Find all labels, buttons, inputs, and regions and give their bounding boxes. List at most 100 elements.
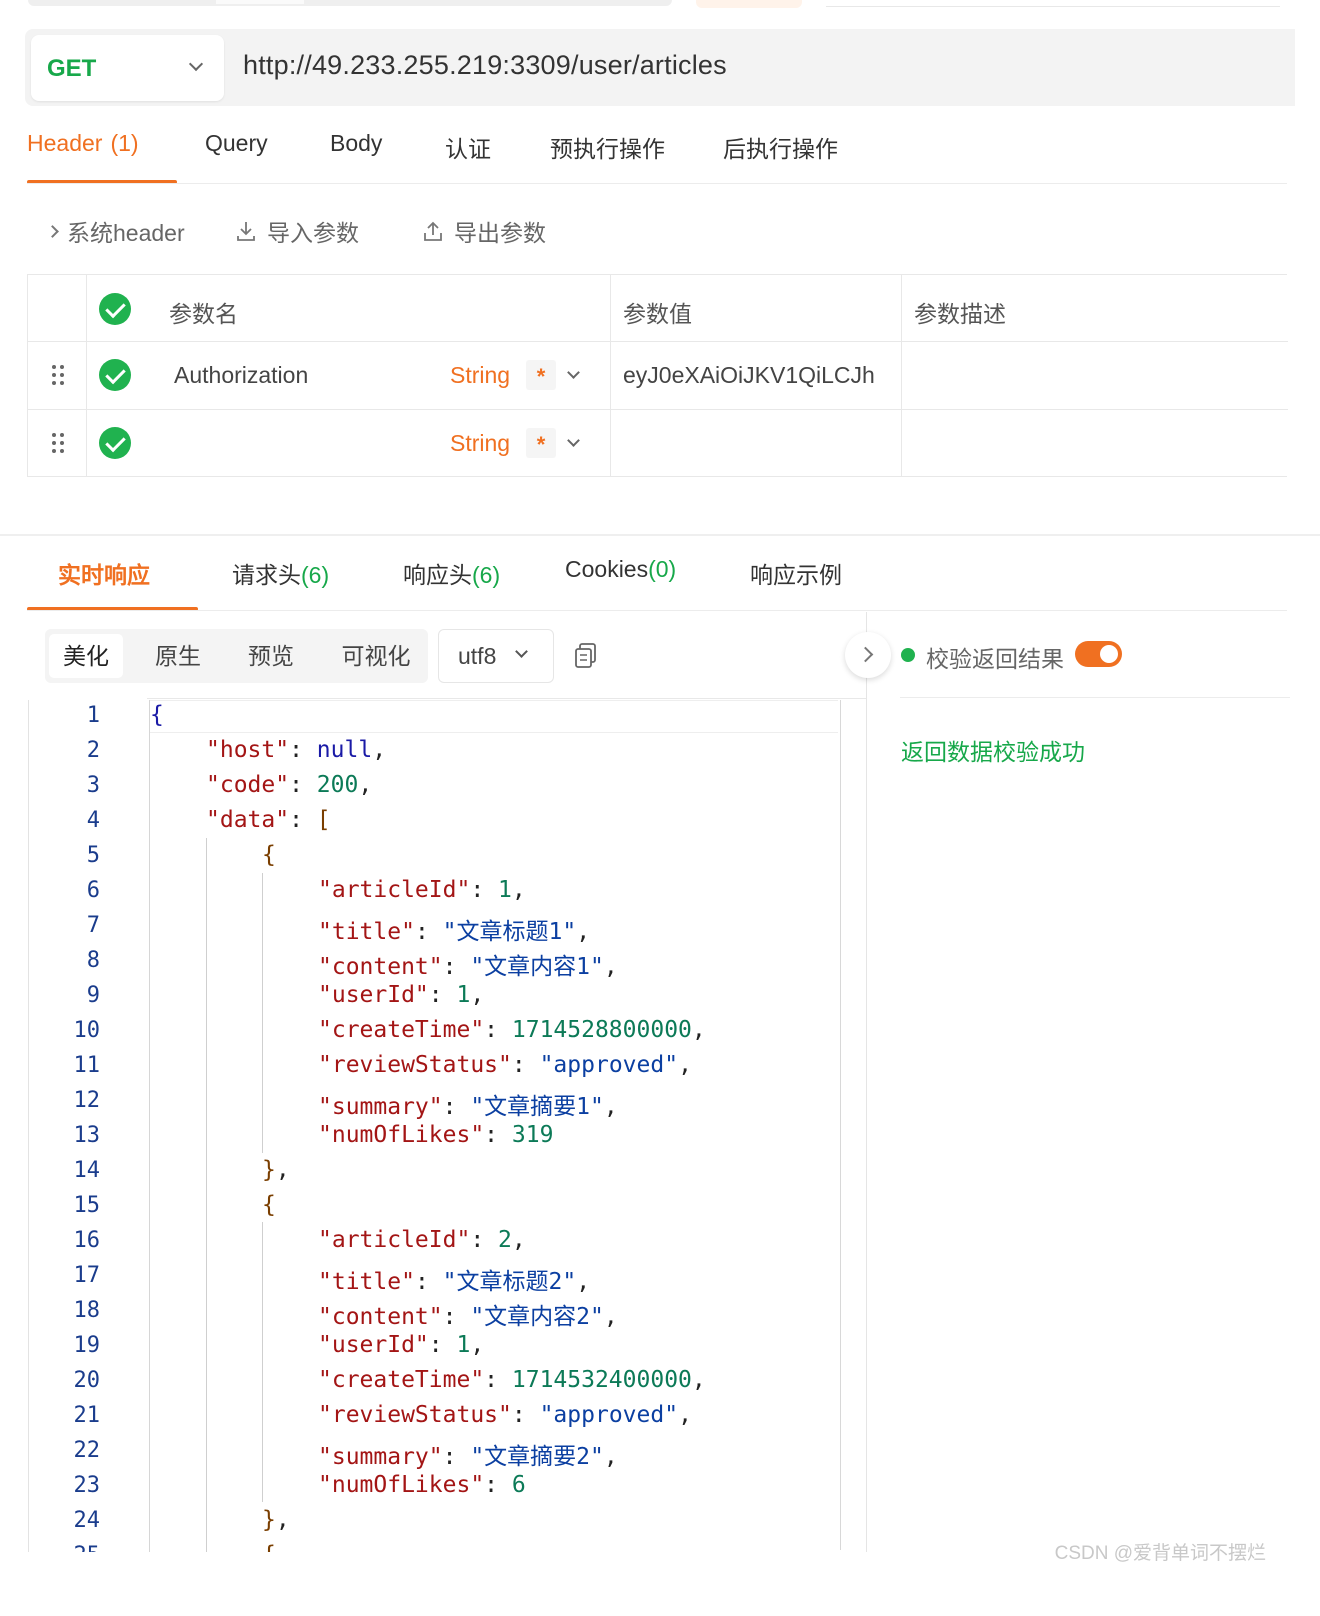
code-token: , bbox=[358, 772, 373, 798]
code-token: "content" bbox=[318, 954, 443, 980]
code-token: , bbox=[678, 1402, 692, 1428]
required-toggle[interactable]: * bbox=[526, 360, 556, 390]
url-input[interactable]: http://49.233.255.219:3309/user/articles bbox=[243, 50, 727, 81]
code-token: "userId" bbox=[318, 1332, 429, 1358]
code-line: "articleId": 2, bbox=[318, 1227, 526, 1253]
table-col-divider bbox=[901, 275, 902, 477]
line-number: 21 bbox=[73, 1403, 101, 1428]
editor-scrollbar-track[interactable] bbox=[840, 700, 841, 1550]
code-token: 200 bbox=[316, 772, 359, 798]
code-token: "createTime" bbox=[318, 1017, 485, 1043]
code-line: }, bbox=[262, 1157, 290, 1183]
line-number: 16 bbox=[73, 1228, 101, 1253]
encoding-select[interactable]: utf8 bbox=[438, 629, 554, 683]
code-token: : bbox=[414, 919, 443, 945]
drag-handle-icon[interactable] bbox=[52, 433, 66, 453]
tab-auth[interactable]: 认证 bbox=[445, 130, 491, 164]
param-type-select[interactable]: String bbox=[450, 362, 510, 389]
tab-cookies-count: (0) bbox=[648, 556, 677, 582]
top-divider bbox=[826, 6, 1280, 7]
top-toolbar-nub bbox=[216, 0, 304, 4]
code-token: "approved" bbox=[539, 1402, 679, 1428]
panel-divider bbox=[866, 612, 867, 1552]
tab-cookies-label: Cookies bbox=[565, 556, 649, 582]
code-token: : bbox=[289, 807, 317, 833]
row-enabled-checkbox[interactable] bbox=[99, 427, 131, 459]
code-token: "numOfLikes" bbox=[318, 1122, 485, 1148]
verify-response-toggle[interactable] bbox=[1075, 641, 1122, 667]
line-number: 3 bbox=[86, 773, 100, 798]
tab-body[interactable]: Body bbox=[330, 130, 382, 157]
code-line: }, bbox=[262, 1507, 290, 1533]
param-value-input[interactable]: eyJ0eXAiOiJKV1QiLCJh bbox=[623, 362, 875, 389]
system-header-toggle[interactable]: 系统header bbox=[46, 214, 185, 248]
tab-cookies[interactable]: Cookies(0) bbox=[565, 556, 676, 583]
indent-guide bbox=[206, 838, 207, 1558]
tab-header[interactable]: Header (1) bbox=[27, 130, 139, 157]
export-params-button[interactable]: 导出参数 bbox=[422, 214, 546, 248]
code-token: "文章摘要2" bbox=[470, 1444, 604, 1470]
tab-request-headers[interactable]: 请求头(6) bbox=[232, 556, 329, 590]
import-params-label: 导入参数 bbox=[267, 220, 359, 246]
code-token: { bbox=[262, 1192, 276, 1218]
param-type-select[interactable]: String bbox=[450, 430, 510, 457]
code-token: : bbox=[289, 737, 317, 763]
verify-response-label: 校验返回结果 bbox=[926, 646, 1064, 672]
method-select[interactable]: GET bbox=[31, 35, 224, 101]
code-line: "content": "文章内容2", bbox=[318, 1297, 618, 1331]
verify-divider bbox=[900, 697, 1290, 698]
chevron-down-icon bbox=[515, 645, 528, 658]
line-number: 15 bbox=[73, 1193, 101, 1218]
response-tabs-divider bbox=[27, 610, 1287, 611]
code-line: "userId": 1, bbox=[318, 982, 484, 1008]
tab-response-headers[interactable]: 响应头(6) bbox=[403, 556, 500, 590]
code-token: , bbox=[576, 1269, 591, 1295]
chevron-down-icon[interactable] bbox=[567, 434, 580, 447]
code-token: 1 bbox=[498, 877, 512, 903]
drag-handle-icon[interactable] bbox=[52, 365, 66, 385]
tab-request-headers-label: 请求头 bbox=[232, 562, 301, 588]
tab-live-response[interactable]: 实时响应 bbox=[58, 556, 150, 590]
tab-post-request[interactable]: 后执行操作 bbox=[723, 130, 838, 164]
tab-pre-request[interactable]: 预执行操作 bbox=[550, 130, 665, 164]
code-token: 1714532400000 bbox=[511, 1367, 692, 1393]
chevron-down-icon[interactable] bbox=[567, 366, 580, 379]
code-token: "userId" bbox=[318, 982, 429, 1008]
indent-guide bbox=[262, 873, 263, 1153]
download-icon bbox=[237, 222, 255, 241]
encoding-value: utf8 bbox=[458, 643, 497, 669]
line-number: 1 bbox=[86, 703, 100, 728]
select-all-checkbox[interactable] bbox=[99, 293, 131, 325]
format-preview-button[interactable]: 预览 bbox=[234, 634, 308, 678]
code-token: "createTime" bbox=[318, 1367, 485, 1393]
code-token: : bbox=[428, 1332, 457, 1358]
code-line: "reviewStatus": "approved", bbox=[318, 1052, 692, 1078]
code-line: "data": [ bbox=[206, 807, 331, 833]
code-token: : bbox=[484, 1017, 512, 1043]
tab-response-examples[interactable]: 响应示例 bbox=[750, 556, 842, 590]
import-params-button[interactable]: 导入参数 bbox=[235, 214, 359, 248]
row-enabled-checkbox[interactable] bbox=[99, 359, 131, 391]
code-token: null bbox=[316, 737, 373, 763]
code-token: : bbox=[442, 1094, 471, 1120]
line-number: 24 bbox=[73, 1508, 101, 1533]
code-token: : bbox=[428, 982, 457, 1008]
code-token: , bbox=[470, 1332, 485, 1358]
top-toolbar-remnant bbox=[28, 0, 672, 6]
code-token: : bbox=[511, 1402, 540, 1428]
code-token: : bbox=[442, 1444, 471, 1470]
copy-icon[interactable] bbox=[575, 643, 597, 669]
code-token: { bbox=[150, 702, 164, 728]
table-row-divider bbox=[28, 341, 1288, 342]
format-pretty-button[interactable]: 美化 bbox=[49, 634, 123, 678]
format-visualize-button[interactable]: 可视化 bbox=[328, 634, 424, 678]
system-header-label: 系统header bbox=[67, 220, 185, 246]
tab-query[interactable]: Query bbox=[205, 130, 268, 157]
collapse-panel-button[interactable] bbox=[845, 632, 891, 678]
format-raw-button[interactable]: 原生 bbox=[141, 634, 215, 678]
required-toggle[interactable]: * bbox=[526, 428, 556, 458]
code-token: , bbox=[603, 954, 618, 980]
indent-guide bbox=[262, 1222, 263, 1502]
param-name-input[interactable]: Authorization bbox=[174, 362, 308, 389]
code-token: } bbox=[262, 1507, 276, 1533]
